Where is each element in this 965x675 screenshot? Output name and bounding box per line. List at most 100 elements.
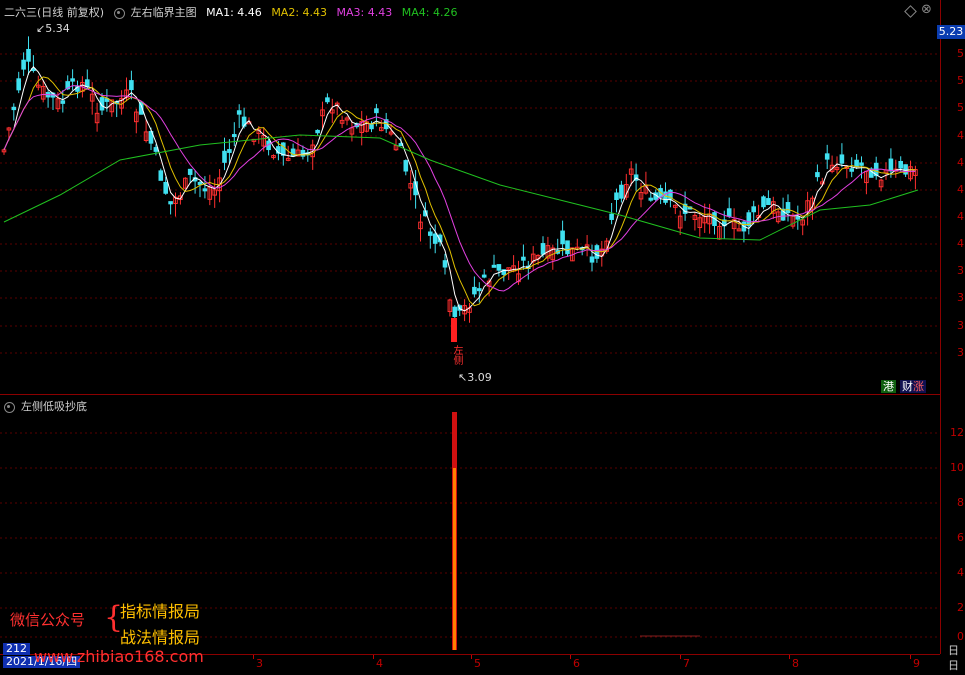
candle-body — [369, 124, 374, 130]
candle-body — [815, 172, 820, 178]
candle-body — [795, 216, 801, 220]
x-tick-mark — [373, 655, 374, 659]
ma2-label: MA2: 4.43 — [271, 6, 328, 19]
main-y-tick: 5 — [957, 47, 964, 60]
main-chart-pane[interactable]: 二六三(日线 前复权) 左右临界主图 MA1: 4.46 MA2: 4.43 M… — [0, 0, 940, 394]
candle-body — [85, 79, 90, 88]
candle-body — [129, 80, 134, 91]
candle-body — [281, 142, 286, 156]
candle-body — [560, 230, 565, 245]
x-tick-mark — [910, 655, 911, 659]
signal-text: 左侧 — [451, 345, 462, 365]
candle-body — [163, 182, 168, 194]
close-icon[interactable]: ⊗ — [921, 2, 932, 17]
candle-body — [227, 149, 232, 153]
candle-body — [854, 159, 859, 168]
candle-body — [903, 164, 908, 175]
x-tick-label: 8 — [792, 657, 799, 670]
sub-y-tick: 4 — [957, 566, 964, 579]
main-y-tick: 4 — [957, 156, 964, 169]
candle-body — [521, 256, 526, 261]
candle-body — [609, 213, 614, 220]
candle-body — [197, 181, 203, 186]
sub-y-tick: 10 — [950, 461, 964, 474]
sub-y-tick: 6 — [957, 531, 964, 544]
main-y-tick: 3 — [957, 264, 964, 277]
candle-body — [839, 154, 845, 164]
x-tick-label: 7 — [683, 657, 690, 670]
high-price-label: ↙5.34 — [36, 22, 70, 35]
candle-body — [614, 192, 619, 200]
right-bottom-label-2: 日 — [948, 659, 959, 672]
website-url: www.zhibiao168.com — [34, 647, 204, 666]
current-price-tag: 5.23 — [937, 25, 965, 39]
x-tick-mark — [680, 655, 681, 659]
candle-body — [374, 108, 379, 114]
x-tick-mark — [570, 655, 571, 659]
candle-body — [16, 78, 21, 91]
candle-body — [202, 188, 208, 192]
candle-body — [21, 59, 26, 70]
sub-settings-icon[interactable] — [4, 401, 15, 413]
candle-body — [60, 100, 66, 104]
x-tick-mark — [253, 655, 254, 659]
candle-body — [565, 240, 570, 255]
main-y-tick: 3 — [957, 346, 964, 359]
main-y-tick: 3 — [957, 319, 964, 332]
indicator-name[interactable]: 左右临界主图 — [131, 6, 197, 19]
candle-body — [589, 256, 595, 263]
candle-body — [315, 129, 320, 134]
kline-chart[interactable] — [0, 0, 940, 394]
main-y-tick: 5 — [957, 74, 964, 87]
candle-body — [859, 162, 864, 166]
candle-body — [432, 233, 438, 244]
sub-y-tick: 12 — [950, 426, 964, 439]
candle-body — [619, 184, 624, 199]
main-y-tick: 4 — [957, 210, 964, 223]
candle-body — [168, 201, 173, 205]
candle-body — [648, 197, 654, 201]
x-tick-label: 3 — [256, 657, 263, 670]
candle-body — [222, 150, 227, 163]
finance-badge[interactable]: 财涨 — [900, 380, 926, 393]
candle-body — [761, 196, 766, 208]
signal-bar-inner — [453, 468, 456, 650]
x-tick-label: 6 — [573, 657, 580, 670]
candle-body — [888, 158, 894, 172]
sub-title[interactable]: 左侧低吸抄底 — [21, 400, 87, 413]
chart-header: 二六三(日线 前复权) 左右临界主图 MA1: 4.46 MA2: 4.43 M… — [4, 4, 463, 20]
code-box: 212 — [3, 643, 30, 655]
candle-body — [472, 286, 477, 295]
candle-body — [26, 48, 31, 62]
main-y-tick: 3 — [957, 291, 964, 304]
x-tick-mark — [789, 655, 790, 659]
candle-body — [11, 106, 17, 111]
candle-body — [442, 260, 448, 268]
candle-body — [236, 110, 242, 115]
sub-y-tick: 2 — [957, 601, 964, 614]
sub-y-tick: 8 — [957, 496, 964, 509]
pane-divider[interactable] — [0, 394, 940, 395]
low-price-label: ↖3.09 — [458, 371, 492, 384]
candle-body — [785, 202, 791, 214]
candle-body — [540, 243, 546, 255]
candle-body — [403, 160, 409, 172]
main-y-tick: 4 — [957, 237, 964, 250]
ma4-label: MA4: 4.26 — [401, 6, 458, 19]
candle-body — [849, 168, 855, 172]
x-tick-label: 9 — [913, 657, 920, 670]
ma3-label: MA3: 4.43 — [336, 6, 393, 19]
candle-body — [898, 160, 904, 169]
candle-body — [70, 78, 75, 82]
hk-badge[interactable]: 港 — [881, 380, 896, 393]
right-price-axis[interactable]: 5 5 5 4 4 4 4 4 3 3 3 3 12 10 8 6 4 2 0 — [940, 0, 965, 654]
promo-line-2: 战法情报局 — [120, 628, 201, 647]
settings-icon[interactable] — [113, 7, 125, 19]
x-tick-label: 4 — [376, 657, 383, 670]
sub-header: 左侧低吸抄底 — [4, 398, 93, 414]
stock-title: 二六三(日线 前复权) — [4, 6, 105, 19]
signal-candle — [451, 318, 457, 342]
main-y-tick: 4 — [957, 129, 964, 142]
main-y-tick: 5 — [957, 101, 964, 114]
candle-body — [158, 170, 164, 181]
